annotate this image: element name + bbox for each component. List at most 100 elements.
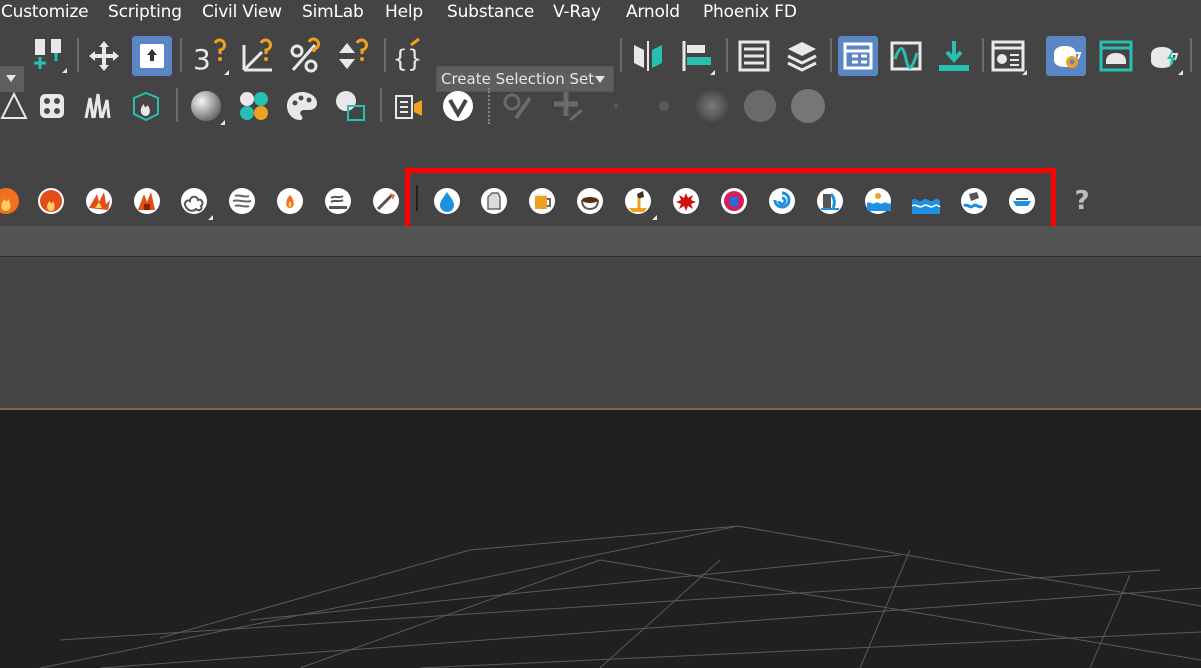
percent-snap-button[interactable] <box>286 36 326 76</box>
angle-snap-icon <box>242 38 273 72</box>
phoenix-fire-source-button[interactable] <box>126 86 166 126</box>
home-grid <box>39 525 1201 668</box>
phoenix-burning-preset[interactable] <box>127 181 167 221</box>
vray-logo-button[interactable] <box>438 86 478 126</box>
bone-tool-button[interactable] <box>0 86 34 126</box>
selection-window-toggle[interactable] <box>132 36 172 76</box>
scene-explorer-button[interactable] <box>734 36 774 76</box>
menu-customize[interactable]: Customize <box>1 2 89 22</box>
vray-toolbar-disabled-1 <box>496 86 536 126</box>
toolbar-dock-strip <box>0 226 1201 257</box>
select-and-move-button[interactable] <box>84 36 124 76</box>
angle-snap-button[interactable] <box>238 36 278 76</box>
menu-phoenix-fd[interactable]: Phoenix FD <box>703 2 797 22</box>
phoenix-fire-preset-1[interactable] <box>0 181 26 221</box>
empty-dock-panel <box>0 257 1201 407</box>
curve-editor-button[interactable] <box>886 36 926 76</box>
explosion-icon <box>86 188 112 214</box>
material-slate-button[interactable] <box>330 86 370 126</box>
help-question-icon: ? <box>1074 186 1090 216</box>
phoenix-fire-preset-2[interactable] <box>31 181 71 221</box>
grass-icon <box>84 93 111 119</box>
dot-medium-icon <box>744 90 776 122</box>
layers-icon <box>787 42 817 72</box>
sphere-icon <box>191 91 221 121</box>
spinner-snap-button[interactable] <box>334 36 374 76</box>
torch-icon <box>373 188 399 214</box>
paint-palette-button[interactable] <box>282 86 322 126</box>
render-production-button[interactable] <box>1144 36 1184 76</box>
flame-icon <box>0 188 19 214</box>
vray-frame-buffer-button[interactable] <box>390 86 430 126</box>
dope-sheet-button[interactable] <box>934 36 974 76</box>
phoenix-steam-preset[interactable] <box>222 181 262 221</box>
brush-size-5[interactable] <box>788 86 828 126</box>
phoenix-torch-preset[interactable] <box>366 181 406 221</box>
percent-snap-icon <box>290 37 321 73</box>
named-selection-icon: {} <box>393 37 422 73</box>
phoenix-help-button[interactable]: ? <box>1062 181 1102 221</box>
menu-scripting[interactable]: Scripting <box>108 2 182 22</box>
mirror-icon <box>634 41 662 71</box>
rendered-frame-window-button[interactable] <box>1096 36 1136 76</box>
four-spheres-icon <box>240 92 268 120</box>
dot-large-icon <box>791 89 825 123</box>
menu-help[interactable]: Help <box>385 2 423 22</box>
vfb-icon <box>395 95 422 119</box>
svg-text:{}: {} <box>393 45 422 73</box>
teapot-gear-icon <box>1054 46 1082 68</box>
cube-fire-icon <box>133 91 159 122</box>
ribbon-toggle-button[interactable] <box>838 36 878 76</box>
window-crossing-icon <box>140 44 164 68</box>
sphere-window-icon <box>336 91 365 121</box>
phoenix-smoke-preset[interactable] <box>174 181 214 221</box>
populate-button[interactable] <box>32 86 72 126</box>
candle-icon <box>277 188 303 214</box>
brush-size-1[interactable] <box>596 86 636 126</box>
brush-size-3[interactable] <box>692 86 732 126</box>
plus-brush-icon <box>554 92 583 122</box>
mirror-button[interactable] <box>628 36 668 76</box>
smoke-cloud-icon <box>181 188 207 214</box>
sphere-material-button[interactable] <box>186 86 226 126</box>
move-arrows-icon <box>89 41 119 71</box>
svg-text:3: 3 <box>193 43 211 75</box>
palette-icon <box>287 92 317 120</box>
dot-soft-icon <box>696 90 728 122</box>
gear-brush-icon <box>503 93 532 120</box>
download-bar-icon <box>939 41 969 71</box>
campfire-icon <box>38 188 64 214</box>
render-frame-icon <box>1099 40 1133 72</box>
hair-fur-button[interactable] <box>78 86 118 126</box>
phoenix-candle-preset[interactable] <box>270 181 310 221</box>
menu-arnold[interactable]: Arnold <box>626 2 680 22</box>
material-palette-button[interactable] <box>234 86 274 126</box>
phoenix-cigarette-preset[interactable] <box>318 181 358 221</box>
bone-icon <box>0 91 28 119</box>
menu-substance[interactable]: Substance <box>447 2 534 22</box>
render-setup-button[interactable] <box>1046 36 1086 76</box>
menu-v-ray[interactable]: V-Ray <box>553 2 601 22</box>
ribbon-icon <box>843 42 873 70</box>
menu-simlab[interactable]: SimLab <box>302 2 364 22</box>
edit-named-selection-button[interactable]: {} <box>388 36 428 76</box>
list-icon <box>738 40 770 72</box>
cigarette-smoke-icon <box>325 188 351 214</box>
phoenix-explosion-preset[interactable] <box>79 181 119 221</box>
brush-size-2[interactable] <box>644 86 684 126</box>
populate-icon <box>40 94 64 118</box>
align-button[interactable] <box>676 36 716 76</box>
perspective-viewport[interactable] <box>0 410 1201 668</box>
main-toolbar: 3 {} Create Selection Set <box>0 30 1201 92</box>
material-editor-button[interactable] <box>988 36 1028 76</box>
spinner-snap-icon <box>339 38 369 69</box>
menu-bar: Customize Scripting Civil View SimLab He… <box>0 0 1201 24</box>
snaps-toggle-button[interactable]: 3 <box>190 36 230 76</box>
link-objects-button[interactable] <box>28 34 68 74</box>
burning-icon <box>134 188 160 214</box>
menu-civil-view[interactable]: Civil View <box>202 2 282 22</box>
dot-small-icon <box>659 101 669 111</box>
layer-explorer-button[interactable] <box>782 36 822 76</box>
steam-icon <box>229 188 255 214</box>
brush-size-4[interactable] <box>740 86 780 126</box>
